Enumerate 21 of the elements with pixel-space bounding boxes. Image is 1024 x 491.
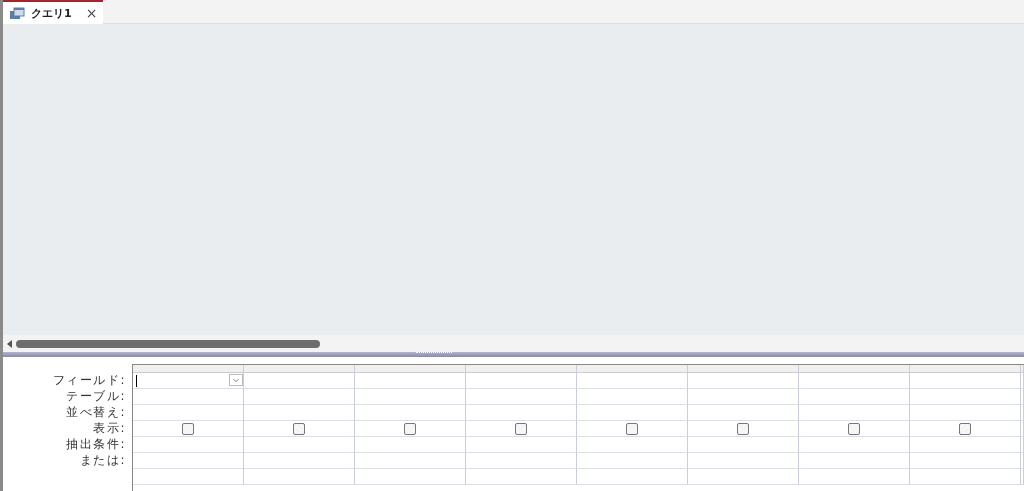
- row-label: または:: [79, 452, 126, 468]
- row-label: 抽出条件:: [66, 436, 126, 452]
- scrollbar-thumb[interactable]: [16, 339, 320, 348]
- checkbox[interactable]: [404, 422, 416, 435]
- query-icon: [9, 6, 25, 20]
- checkbox[interactable]: [626, 422, 638, 435]
- checkbox[interactable]: [515, 422, 527, 435]
- close-button[interactable]: ×: [85, 5, 98, 21]
- checkbox[interactable]: [737, 422, 749, 435]
- caret-icon[interactable]: [229, 374, 243, 386]
- scroll-left-icon[interactable]: [7, 339, 12, 348]
- row-label: 並べ替え:: [66, 404, 126, 420]
- checkbox[interactable]: [959, 422, 971, 435]
- tab[interactable]: クエリ1 ×: [3, 0, 104, 24]
- row-label: テーブル:: [66, 388, 126, 404]
- checkbox[interactable]: [293, 422, 305, 435]
- checkbox[interactable]: [182, 422, 194, 435]
- row-label: 表示:: [93, 420, 126, 436]
- row-label: フィールド:: [52, 372, 126, 388]
- field-dropdown[interactable]: [133, 373, 244, 389]
- checkbox[interactable]: [848, 422, 860, 435]
